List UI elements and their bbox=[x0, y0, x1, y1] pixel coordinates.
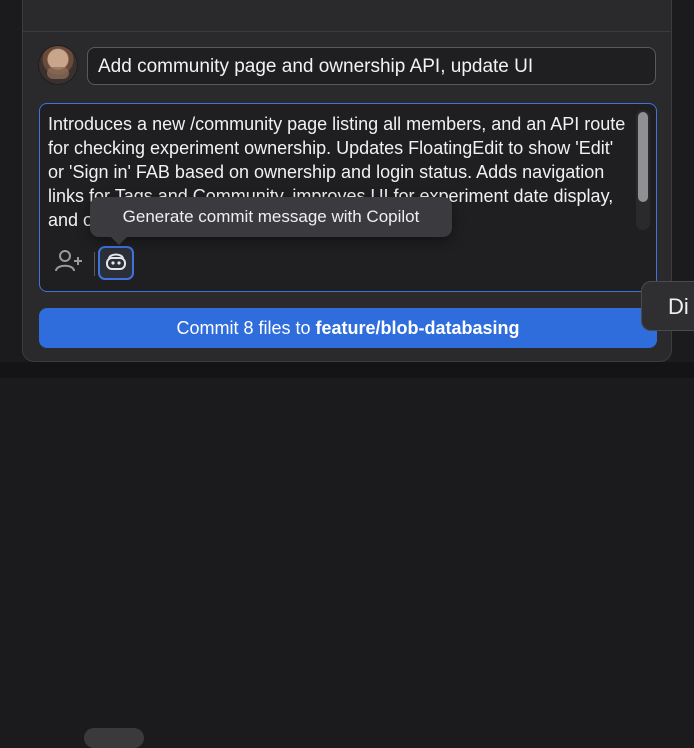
add-coauthor-icon bbox=[54, 248, 84, 279]
add-coauthor-button[interactable] bbox=[52, 248, 86, 278]
panel-header bbox=[23, 0, 671, 32]
commit-summary-input[interactable]: Add community page and ownership API, up… bbox=[87, 47, 656, 85]
commit-panel: Add community page and ownership API, up… bbox=[22, 0, 672, 362]
toolbar-divider bbox=[94, 252, 95, 276]
copilot-tooltip: Generate commit message with Copilot bbox=[90, 197, 452, 245]
avatar bbox=[39, 46, 77, 84]
background-window bbox=[0, 362, 694, 748]
background-avatar bbox=[84, 728, 144, 748]
commit-button-label: Commit 8 files to bbox=[176, 318, 316, 338]
description-toolbar bbox=[40, 232, 656, 290]
description-scrollbar[interactable] bbox=[636, 110, 650, 230]
copilot-button[interactable] bbox=[98, 246, 134, 280]
scrollbar-thumb[interactable] bbox=[638, 112, 648, 202]
side-action-button[interactable]: Di bbox=[641, 281, 694, 331]
branch-name: feature/blob-databasing bbox=[315, 318, 520, 338]
commit-button[interactable]: Commit 8 files to feature/blob-databasin… bbox=[39, 308, 657, 348]
copilot-icon bbox=[105, 251, 127, 276]
